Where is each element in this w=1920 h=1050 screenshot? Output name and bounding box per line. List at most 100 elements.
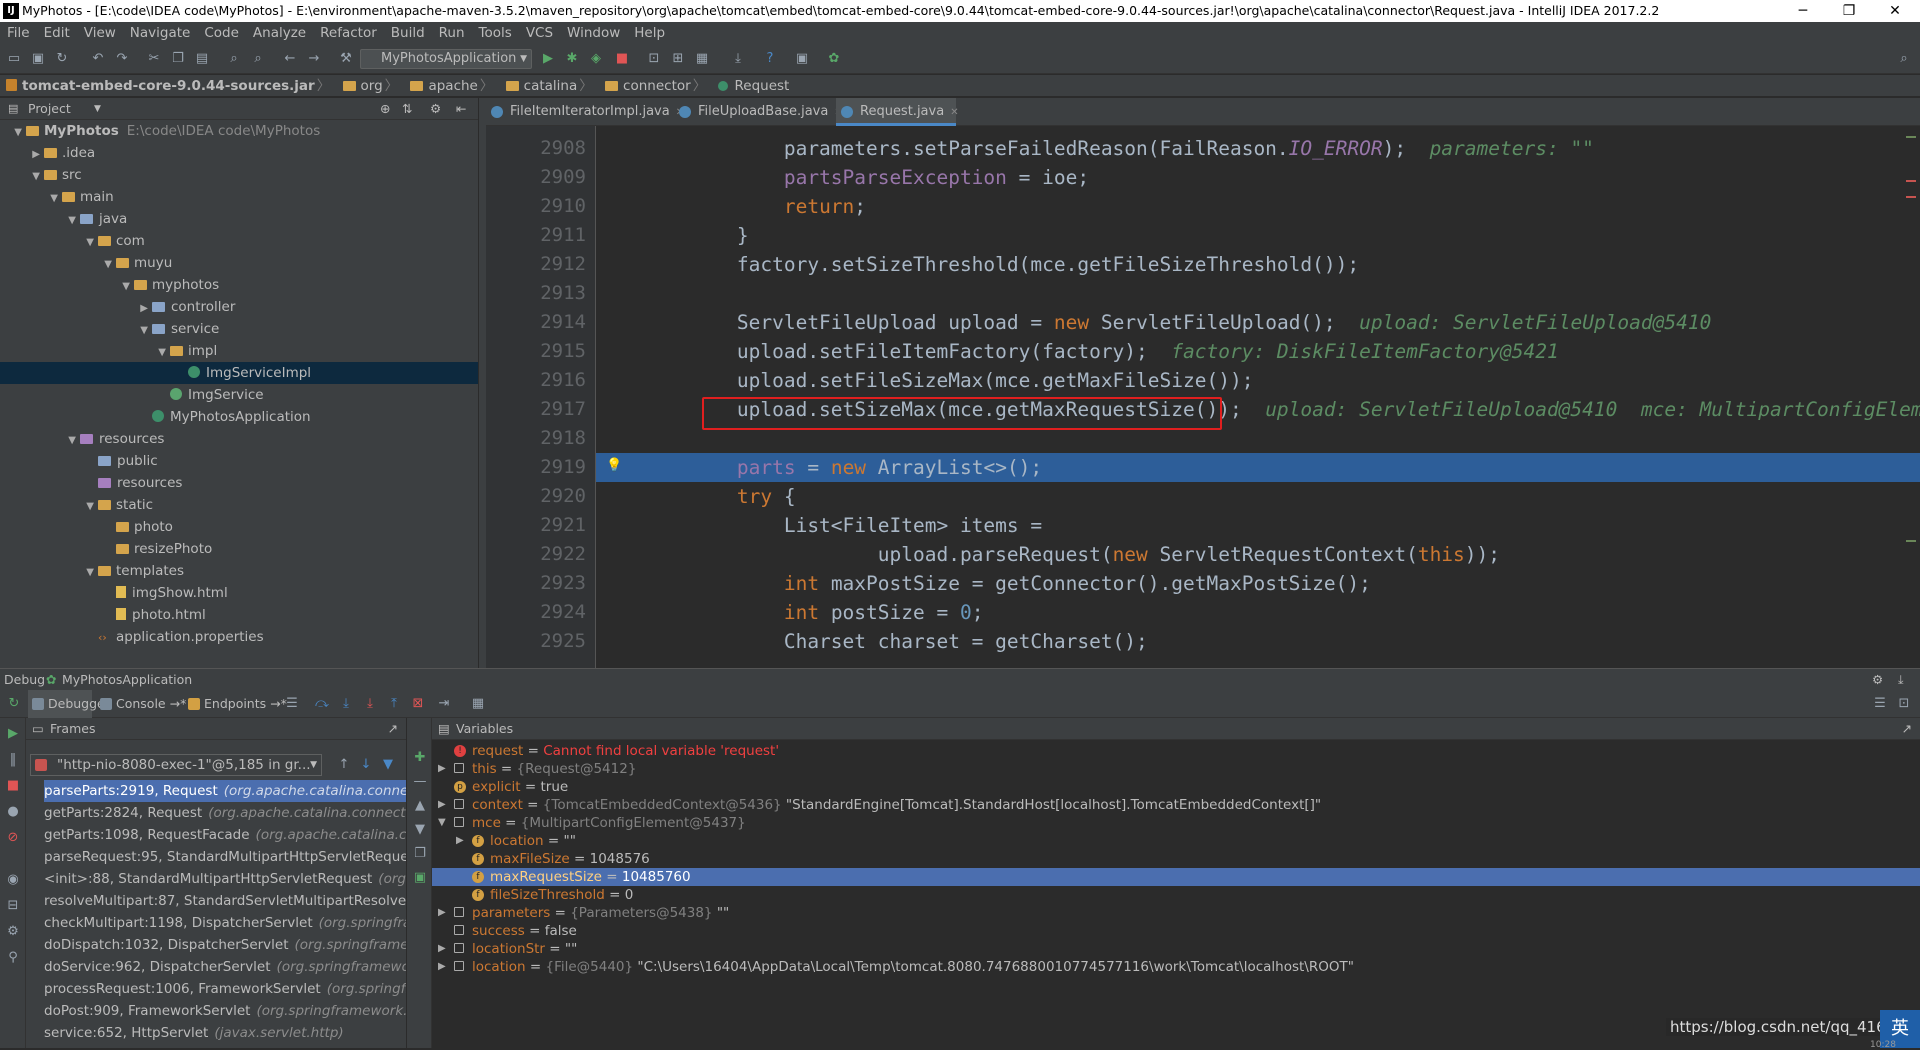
stack-frame[interactable]: processRequest:1006, FrameworkServlet (or… [44,978,406,1000]
breadcrumb-jar[interactable]: tomcat-embed-core-9.0.44-sources.jar [6,75,315,97]
menu-file[interactable]: File [7,25,30,41]
filter-icon[interactable]: ▼ [380,757,396,773]
maximize-button[interactable]: ❐ [1826,0,1872,22]
stack-frame[interactable]: parseRequest:95, StandardMultipartHttpSe… [44,846,406,868]
line-number[interactable]: 2925 [486,627,586,656]
expand-arrow-icon[interactable]: ▼ [64,210,76,232]
code-line[interactable]: List<FileItem> items = [596,511,1920,540]
gear-icon[interactable]: ⚙ [430,98,441,120]
code-line[interactable]: int maxPostSize = getConnector().getMaxP… [596,569,1920,598]
drop-frame-icon[interactable]: ⊠ [410,696,426,712]
variable-row[interactable]: f maxRequestSize = 10485760 [432,868,1920,886]
expand-arrow-icon[interactable]: ▼ [438,814,448,832]
collapse-arrow-icon[interactable]: ▶ [438,940,448,958]
code-line[interactable]: ServletFileUpload upload = new ServletFi… [596,308,1920,337]
menu-refactor[interactable]: Refactor [320,25,377,41]
stack-frame[interactable]: getParts:1098, RequestFacade (org.apache.… [44,824,406,846]
expand-arrow-icon[interactable]: ▼ [154,342,166,364]
layout-icon[interactable]: ☰ [1872,696,1888,712]
paste-icon[interactable]: ▤ [194,51,210,67]
execution-line[interactable]: parts = new ArrayList<>(); [596,453,1920,482]
expand-arrow-icon[interactable]: ▼ [64,430,76,452]
copy-icon[interactable]: ❐ [170,51,186,67]
back-icon[interactable]: ← [282,51,298,67]
menu-analyze[interactable]: Analyze [253,25,306,41]
show-execution-point-icon[interactable]: ☰ [284,696,300,712]
line-number[interactable]: 2924 [486,598,586,627]
scrollbar-marker[interactable] [1906,540,1916,542]
help-icon[interactable]: ? [762,51,778,67]
panel-splitter[interactable] [478,98,486,668]
tree-item[interactable]: resources [0,472,478,494]
code-line[interactable]: return; [596,192,1920,221]
project-structure-icon[interactable]: ⊞ [670,51,686,67]
line-number[interactable]: 2915 [486,337,586,366]
move-up-icon[interactable]: ▲ [412,798,428,814]
variable-row[interactable]: success = false [432,922,1920,940]
redo-icon[interactable]: ↷ [114,51,130,67]
line-number[interactable]: 2921 [486,511,586,540]
tree-item[interactable]: ▼ java [0,208,478,230]
close-icon[interactable]: ✕ [950,107,958,118]
breadcrumb-request[interactable]: Request [718,75,789,97]
pin-icon[interactable]: ⚲ [5,950,21,966]
tree-item[interactable]: ▼ resources [0,428,478,450]
line-number[interactable]: 2922 [486,540,586,569]
variable-row[interactable]: ▶ locationStr = "" [432,940,1920,958]
line-number[interactable]: 2916 [486,366,586,395]
tree-item[interactable]: ▼ static [0,494,478,516]
tree-item[interactable]: ▼ myphotos [0,274,478,296]
tree-item[interactable]: ‹› application.properties [0,626,478,648]
tree-item[interactable]: MyPhotosApplication [0,406,478,428]
tree-item[interactable]: ▼ src [0,164,478,186]
gear-icon[interactable]: ⚙ [1872,669,1883,691]
variable-row[interactable]: ▶ context = {TomcatEmbeddedContext@5436} … [432,796,1920,814]
breadcrumb-apache[interactable]: apache [410,75,478,97]
line-number[interactable]: 2923 [486,569,586,598]
line-number[interactable]: 2912 [486,250,586,279]
pause-icon[interactable]: ‖ [5,752,21,768]
close-button[interactable]: ✕ [1872,0,1918,22]
scrollbar-marker[interactable] [1906,180,1916,182]
collapse-arrow-icon[interactable]: ▶ [136,298,148,320]
variable-row[interactable]: ▼ mce = {MultipartConfigElement@5437} [432,814,1920,832]
line-number[interactable]: 2909 [486,163,586,192]
coverage-icon[interactable]: ◈ [588,51,604,67]
line-number[interactable]: 2913 [486,279,586,308]
rerun-icon[interactable]: ↻ [6,696,22,712]
force-step-into-icon[interactable]: ⤓ [362,696,378,712]
stack-frame[interactable]: doService:962, DispatcherServlet (org.spr… [44,956,406,978]
code-line[interactable]: parameters.setParseFailedReason(FailReas… [596,134,1920,163]
run-to-cursor-icon[interactable]: ⇥ [436,696,452,712]
stack-frame[interactable]: <init>:88, StandardMultipartHttpServletR… [44,868,406,890]
expand-arrow-icon[interactable]: ▼ [118,276,130,298]
view-breakpoints-icon[interactable]: ● [5,804,21,820]
tree-item[interactable]: ImgService [0,384,478,406]
stack-frame[interactable]: parseParts:2919, Request (org.apache.cata… [44,780,406,802]
expand-arrow-icon[interactable]: ▼ [100,254,112,276]
code-line[interactable]: Charset charset = getCharset(); [596,627,1920,656]
menu-view[interactable]: View [84,25,116,41]
tree-item[interactable]: ▼ MyPhotos E:\code\IDEA code\MyPhotos [0,120,478,142]
tree-item[interactable]: ▼ service [0,318,478,340]
forward-icon[interactable]: → [306,51,322,67]
menu-edit[interactable]: Edit [44,25,70,41]
terminal-icon[interactable]: ▣ [794,51,810,67]
code-line[interactable]: try { [596,482,1920,511]
collapse-arrow-icon[interactable]: ▶ [438,904,448,922]
tree-item[interactable]: resizePhoto [0,538,478,560]
stack-frame[interactable]: getParts:2824, Request (org.apache.catali… [44,802,406,824]
collapse-arrow-icon[interactable]: ▶ [28,144,40,166]
chevron-down-icon[interactable]: ▼ [94,98,101,120]
tree-item[interactable]: ▶ .idea [0,142,478,164]
line-number[interactable]: 2908 [486,134,586,163]
expand-arrow-icon[interactable]: ▼ [82,232,94,254]
variable-row[interactable]: ▶ location = {File@5440} "C:\Users\16404\… [432,958,1920,976]
sync-icon[interactable]: ↻ [54,51,70,67]
code-line[interactable]: upload.parseRequest(new ServletRequestCo… [596,540,1920,569]
tree-item[interactable]: imgShow.html [0,582,478,604]
tab-console[interactable]: Console →* [96,690,186,718]
variable-row[interactable]: ! request = Cannot find local variable 'r… [432,742,1920,760]
tab-fileitemiteratorimpl[interactable]: FileItemIteratorImpl.java✕ [486,98,684,126]
tree-item[interactable]: photo.html [0,604,478,626]
